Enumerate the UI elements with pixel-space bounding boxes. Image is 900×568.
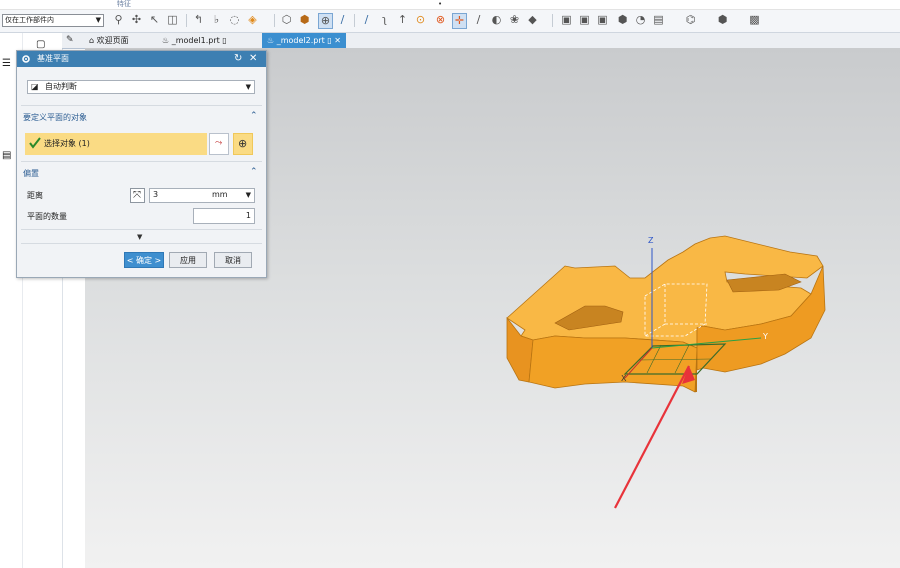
select-icon[interactable]: ◫ (166, 13, 179, 27)
curve-icon[interactable]: ∕ (360, 13, 373, 27)
point-icon[interactable]: ✣ (130, 13, 143, 27)
add-curve-icon: ⤳ (215, 138, 223, 148)
tab-model2[interactable]: ♨ _model2.prt ▯ ✕ (262, 33, 346, 48)
z-axis-label: Z (648, 236, 654, 245)
node-icon[interactable]: ∕ (472, 13, 485, 27)
home-icon: ⌂ (89, 36, 97, 45)
view-icon[interactable]: ▣ (560, 13, 573, 27)
intersection-icon[interactable]: ◈ (246, 13, 259, 27)
plane-count-label: 平面的数量 (27, 212, 67, 221)
select-object-row[interactable]: 选择对象 (1) (25, 133, 207, 155)
part-icon: ♨ (162, 36, 172, 45)
ok-button[interactable]: < 确定 > (124, 252, 164, 268)
point-on-curve-icon[interactable]: ♭ (210, 13, 223, 27)
quadrant-icon[interactable]: ◐ (490, 13, 503, 27)
file-tabs: ✎ ⌂ 欢迎页面 ♨ _model1.prt ▯ ♨ _model2.prt ▯… (62, 33, 900, 49)
gear-icon[interactable] (21, 54, 31, 64)
pen-icon[interactable]: ✎ (66, 35, 74, 45)
layer-icon[interactable]: ▤ (652, 13, 665, 27)
section-objects-title: 要定义平面的对象 (23, 113, 87, 122)
vector-icon[interactable]: ↖ (148, 13, 161, 27)
close-icon[interactable]: ✕ (249, 51, 257, 67)
fit-icon[interactable]: ▣ (578, 13, 591, 27)
dialog-title: 基准平面 (37, 54, 69, 63)
chevron-up-icon[interactable]: ⌃ (250, 167, 258, 177)
tab-label: _model2.prt (276, 36, 325, 45)
check-icon (29, 137, 41, 149)
history-icon[interactable]: ▤ (2, 150, 11, 161)
chevron-down-icon: ▼ (245, 83, 251, 91)
annotation-arrow (614, 365, 690, 509)
shade-icon[interactable]: ◔ (634, 13, 647, 27)
ribbon-strip: 特征 • (0, 0, 900, 10)
tangent-icon[interactable]: ʅ (378, 13, 391, 27)
tab-label: _model1.prt (171, 36, 220, 45)
line-icon[interactable]: ∕ (336, 13, 349, 27)
datum-plane-dialog: 基准平面 ↻ ✕ ◪ 自动判断 ▼ 要定义平面的对象 ⌃ 选择对象 (1) ⤳ … (16, 50, 267, 278)
chevron-up-icon[interactable]: ⌃ (250, 111, 258, 121)
show-icon[interactable]: ⌬ (684, 13, 697, 27)
filter-icon[interactable]: ⚲ (112, 13, 125, 27)
chevron-down-icon: ▼ (245, 191, 251, 199)
ribbon-marker: • (438, 0, 443, 8)
body-icon[interactable]: ⬢ (298, 13, 311, 27)
render-icon[interactable]: ⬢ (616, 13, 629, 27)
dialog-titlebar[interactable]: 基准平面 ↻ ✕ (17, 51, 266, 67)
arrow-up-icon[interactable]: ↑ (396, 13, 409, 27)
more-options-icon[interactable]: ▼ (137, 233, 142, 241)
distance-options-icon[interactable]: ⤧ (130, 188, 145, 203)
window-icon[interactable]: ▢ (36, 39, 45, 50)
distance-value: 3 (153, 190, 159, 199)
type-value: 自动判断 (45, 82, 77, 91)
center-icon[interactable]: ⊕ (318, 13, 333, 29)
cross-icon[interactable]: ✛ (452, 13, 467, 29)
apply-button[interactable]: 应用 (169, 252, 207, 268)
reset-icon[interactable]: ↻ (234, 51, 242, 67)
plane-type-icon: ◪ (31, 82, 39, 91)
tab-model1[interactable]: ♨ _model1.prt ▯ (162, 33, 227, 48)
snap-icon[interactable]: ↰ (192, 13, 205, 27)
y-axis-label: Y (763, 332, 768, 341)
cancel-button[interactable]: 取消 (214, 252, 252, 268)
type-dropdown[interactable]: ◪ 自动判断 ▼ (27, 80, 255, 94)
pole-icon[interactable]: ❀ (508, 13, 521, 27)
select-object-label: 选择对象 (1) (44, 139, 90, 148)
selection-scope-dropdown[interactable]: 仅在工作部件内 ▼ (2, 14, 104, 27)
section-offset-title: 偏置 (23, 169, 39, 178)
part-front-face (528, 335, 698, 393)
part-icon: ♨ (267, 36, 277, 45)
arc-icon[interactable]: ⊗ (434, 13, 447, 27)
chevron-down-icon: ▼ (95, 16, 101, 24)
settings-icon[interactable]: ▩ (748, 13, 761, 27)
distance-input[interactable]: 3 mm ▼ (149, 188, 255, 203)
selection-toolbar: 仅在工作部件内 ▼ ⚲ ✣ ↖ ◫ ↰ ♭ ◌ ◈ ⬡ ⬢ ⊕ ∕ ∕ ʅ ↑ … (0, 10, 900, 33)
point-dialog-button[interactable]: ⊕ (233, 133, 253, 155)
tab-label: 欢迎页面 (96, 36, 129, 45)
end-point-icon[interactable]: ◌ (228, 13, 241, 27)
selection-scope-value: 仅在工作部件内 (5, 16, 54, 24)
add-point-button[interactable]: ⤳ (209, 133, 229, 155)
crosshair-icon: ⊕ (238, 137, 248, 150)
circle-icon[interactable]: ⊙ (414, 13, 427, 27)
close-icon[interactable]: ▯ ✕ (325, 36, 341, 45)
existing-point-icon[interactable]: ◆ (526, 13, 539, 27)
distance-label: 距离 (27, 191, 43, 200)
tab-welcome[interactable]: ⌂ 欢迎页面 (89, 33, 129, 48)
distance-unit: mm (212, 190, 228, 199)
orient-icon[interactable]: ▣ (596, 13, 609, 27)
cube-icon[interactable]: ⬡ (280, 13, 293, 27)
camera-icon[interactable]: ⬢ (716, 13, 729, 27)
ribbon-group-label: 特征 (117, 0, 131, 8)
close-icon[interactable]: ▯ (220, 36, 226, 45)
navigator-icon[interactable]: ☰ (2, 58, 11, 69)
plane-count-input[interactable]: 1 (193, 208, 255, 224)
x-axis-label: X (621, 374, 627, 383)
